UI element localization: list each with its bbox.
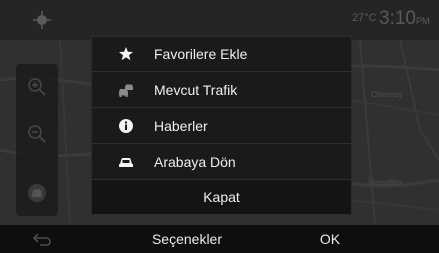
car-icon bbox=[119, 158, 133, 167]
menu-item-current-traffic[interactable]: Mevcut Trafik bbox=[92, 73, 351, 108]
menu-item-label: Mevcut Trafik bbox=[154, 82, 238, 98]
map-label-chesnay: Chesnay bbox=[371, 90, 403, 99]
bottom-bar: Seçenekler OK bbox=[0, 225, 439, 253]
traffic-cars-icon bbox=[119, 84, 133, 97]
menu-item-return-to-car[interactable]: Arabaya Dön bbox=[92, 145, 351, 180]
menu-item-label: Favorilere Ekle bbox=[154, 46, 248, 62]
options-menu: Favorilere Ekle Mevcut Trafik Haberler A… bbox=[91, 36, 352, 215]
gps-position-icon[interactable] bbox=[32, 10, 52, 30]
menu-item-label: Arabaya Dön bbox=[154, 154, 236, 170]
ok-button[interactable]: OK bbox=[300, 225, 360, 253]
info-icon bbox=[119, 119, 133, 133]
menu-item-news[interactable]: Haberler bbox=[92, 109, 351, 144]
clock-time: 3:10 bbox=[379, 8, 416, 29]
menu-item-label: Haberler bbox=[154, 118, 208, 134]
menu-item-add-favorite[interactable]: Favorilere Ekle bbox=[92, 37, 351, 72]
zoom-out-button[interactable] bbox=[16, 113, 58, 155]
zoom-out-icon bbox=[28, 125, 46, 143]
clock-suffix: PM bbox=[415, 16, 430, 26]
vehicle-position-button[interactable] bbox=[16, 172, 58, 214]
temperature-value: 27 bbox=[352, 12, 365, 24]
zoom-in-button[interactable] bbox=[16, 66, 58, 108]
map-label-versailles: Versailles bbox=[368, 178, 403, 187]
temperature-readout: 27°C bbox=[352, 12, 377, 24]
back-icon[interactable] bbox=[32, 230, 52, 248]
map-controls-strip bbox=[16, 64, 58, 216]
star-icon bbox=[119, 47, 133, 61]
navigation-screen: Chesnay Versailles 27°C 3:10PM Seçenekle… bbox=[0, 0, 439, 253]
clock: 3:10PM bbox=[379, 8, 429, 30]
car-position-icon bbox=[28, 184, 46, 202]
options-button[interactable]: Seçenekler bbox=[132, 225, 242, 253]
zoom-in-icon bbox=[28, 78, 46, 96]
close-button[interactable]: Kapat bbox=[92, 180, 351, 214]
temperature-unit: °C bbox=[364, 12, 377, 24]
